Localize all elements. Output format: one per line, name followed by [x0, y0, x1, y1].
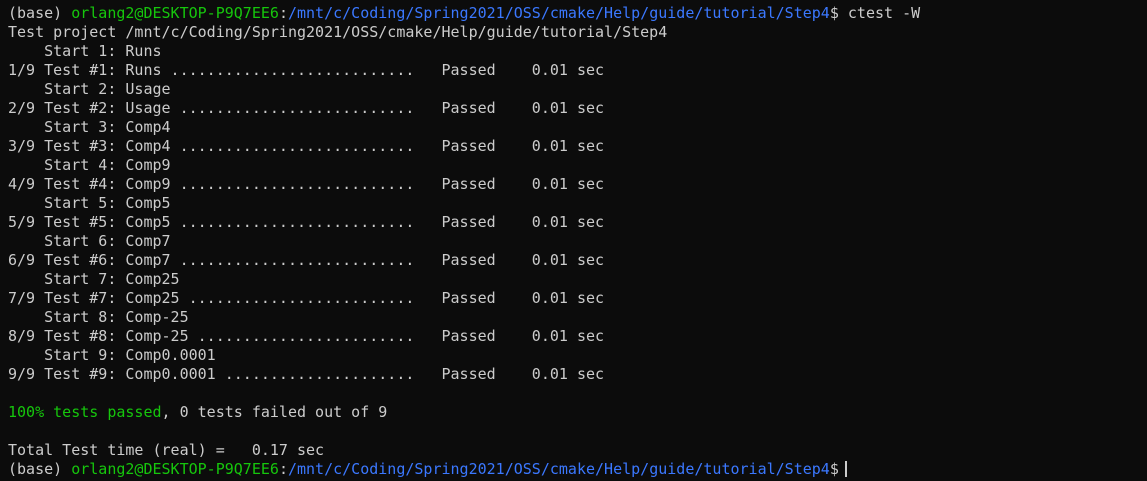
prompt-dollar: $ — [829, 4, 839, 22]
scrolled-off-text-edge — [0, 0, 1147, 2]
user-host: orlang2@DESKTOP-P9Q7EE6 — [71, 4, 279, 22]
working-directory: /mnt/c/Coding/Spring2021/OSS/cmake/Help/… — [287, 4, 830, 22]
summary-line: 100% tests passed, 0 tests failed out of… — [8, 403, 1147, 422]
prompt-dollar: $ — [829, 460, 839, 478]
terminal-window[interactable]: (base) orlang2@DESKTOP-P9Q7EE6:/mnt/c/Co… — [0, 0, 1147, 481]
test-result-line: 4/9 Test #4: Comp9 .....................… — [8, 175, 605, 193]
test-result-line: 8/9 Test #8: Comp-25 ...................… — [8, 327, 605, 345]
conda-env-label: (base) — [8, 4, 72, 22]
prompt-colon: : — [278, 460, 288, 478]
test-start-line: Start 7: Comp25 — [8, 270, 180, 288]
conda-env-label: (base) — [8, 460, 72, 478]
entered-command: ctest -W — [838, 4, 921, 22]
test-result-line: 2/9 Test #2: Usage .....................… — [8, 99, 605, 117]
test-project-line: Test project /mnt/c/Coding/Spring2021/OS… — [8, 23, 668, 41]
test-start-line: Start 3: Comp4 — [8, 118, 171, 136]
user-host: orlang2@DESKTOP-P9Q7EE6 — [71, 460, 279, 478]
test-start-line: Start 9: Comp0.0001 — [8, 346, 216, 364]
test-result-line: 3/9 Test #3: Comp4 .....................… — [8, 137, 605, 155]
test-start-line: Start 8: Comp-25 — [8, 308, 189, 326]
test-result-line: 1/9 Test #1: Runs ......................… — [8, 61, 605, 79]
prompt-colon: : — [278, 4, 288, 22]
prompt-line-2[interactable]: (base) orlang2@DESKTOP-P9Q7EE6:/mnt/c/Co… — [8, 460, 1147, 479]
test-result-line: 6/9 Test #6: Comp7 .....................… — [8, 251, 605, 269]
text-cursor[interactable] — [844, 461, 847, 477]
test-result-line: 9/9 Test #9: Comp0.0001 ................… — [8, 365, 605, 383]
total-time-line: Total Test time (real) = 0.17 sec — [8, 441, 325, 459]
test-start-line: Start 6: Comp7 — [8, 232, 171, 250]
prompt-line-1: (base) orlang2@DESKTOP-P9Q7EE6:/mnt/c/Co… — [8, 4, 1147, 23]
working-directory: /mnt/c/Coding/Spring2021/OSS/cmake/Help/… — [287, 460, 830, 478]
test-start-line: Start 5: Comp5 — [8, 194, 171, 212]
test-start-line: Start 1: Runs — [8, 42, 162, 60]
tests-passed-summary: 100% tests passed — [8, 403, 162, 421]
tests-failed-summary: , 0 tests failed out of 9 — [161, 403, 388, 421]
test-start-line: Start 2: Usage — [8, 80, 171, 98]
test-start-line: Start 4: Comp9 — [8, 156, 171, 174]
test-result-line: 7/9 Test #7: Comp25 ....................… — [8, 289, 605, 307]
test-result-line: 5/9 Test #5: Comp5 .....................… — [8, 213, 605, 231]
